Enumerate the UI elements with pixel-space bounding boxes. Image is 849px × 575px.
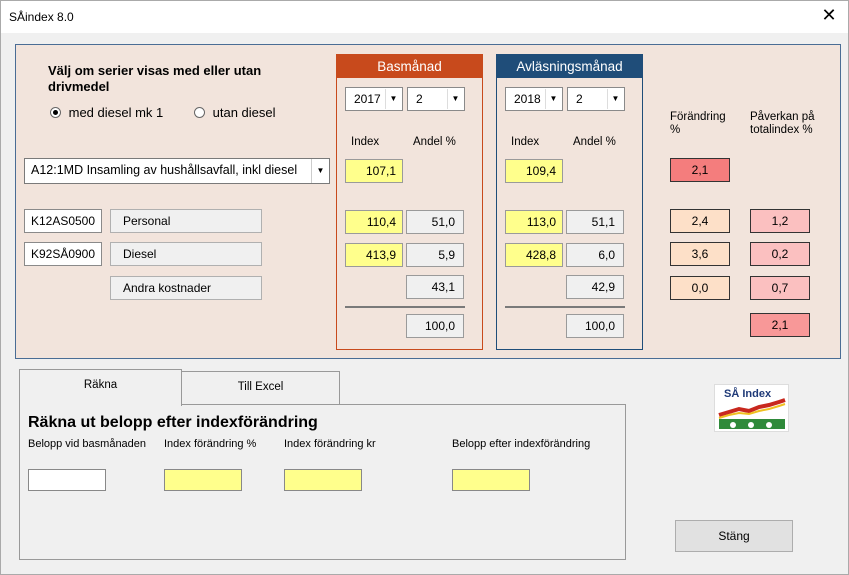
series-select[interactable]: A12:1MD Insamling av hushållsavfall, ink… <box>24 158 330 184</box>
logo-graphic: SÅ Index <box>715 385 788 431</box>
forandring-andra: 0,0 <box>670 276 730 300</box>
code-field-diesel[interactable]: K92SÅ0900 <box>24 242 102 266</box>
avlasningsmanad-index-diesel[interactable]: 428,8 <box>505 243 563 267</box>
series-select-value: A12:1MD Insamling av hushållsavfall, ink… <box>31 163 298 177</box>
paverkan-diesel: 0,2 <box>750 242 810 266</box>
avlasningsmanad-andel-personal: 51,1 <box>566 210 624 234</box>
calc-label-belopp-efter: Belopp efter indexförändring <box>452 438 591 450</box>
basmanad-header: Basmånad <box>337 55 482 78</box>
radio-med-diesel[interactable]: med diesel mk 1 <box>50 105 163 120</box>
calc-label-index-kr: Index förändring kr <box>284 438 376 450</box>
avlasningsmanad-header: Avläsningsmånad <box>497 55 642 78</box>
year-value: 2018 <box>514 92 541 106</box>
name-field-andra: Andra kostnader <box>110 276 262 300</box>
logo-text: SÅ Index <box>724 387 772 400</box>
calc-label-index-procent: Index förändring % <box>164 438 257 450</box>
basmanad-index-diesel[interactable]: 413,9 <box>345 243 403 267</box>
month-value: 2 <box>416 92 423 106</box>
forandring-label: Förändring % <box>670 111 726 136</box>
basmanad-index-personal[interactable]: 110,4 <box>345 210 403 234</box>
forandring-main: 2,1 <box>670 158 730 182</box>
radio-on-icon <box>50 107 61 118</box>
tab-rakna[interactable]: Räkna <box>19 369 182 406</box>
chevron-down-icon[interactable]: ▼ <box>607 89 623 109</box>
chevron-down-icon[interactable]: ▼ <box>545 89 561 109</box>
col-index-label: Index <box>351 136 380 148</box>
paverkan-andra: 0,7 <box>750 276 810 300</box>
filter-question: Välj om serier visas med eller utan driv… <box>48 63 262 94</box>
stang-button[interactable]: Stäng <box>675 520 793 552</box>
basmanad-total: 100,0 <box>406 314 464 338</box>
tab-label: Räkna <box>83 379 118 391</box>
year-value: 2017 <box>354 92 381 106</box>
col-andel-label: Andel % <box>413 136 456 148</box>
belopp-bas-input[interactable] <box>28 469 106 491</box>
name-field-diesel: Diesel <box>110 242 262 266</box>
radio-off-icon <box>194 107 205 118</box>
code-field-personal[interactable]: K12AS0500 <box>24 209 102 233</box>
radio-label: utan diesel <box>212 105 276 120</box>
radio-utan-diesel[interactable]: utan diesel <box>194 105 276 120</box>
title-bar: SÅindex 8.0 ✕ <box>1 1 848 33</box>
belopp-efter-field[interactable] <box>452 469 530 491</box>
tab-till-excel[interactable]: Till Excel <box>181 371 340 404</box>
index-kr-field[interactable] <box>284 469 362 491</box>
sa-index-logo-icon: SÅ Index <box>714 384 789 432</box>
close-icon[interactable]: ✕ <box>818 6 840 28</box>
basmanad-year-select[interactable]: 2017 ▼ <box>345 87 403 111</box>
avlasningsmanad-total: 100,0 <box>566 314 624 338</box>
calc-title: Räkna ut belopp efter indexförändring <box>28 414 318 431</box>
basmanad-main-index[interactable]: 107,1 <box>345 159 403 183</box>
chevron-down-icon[interactable]: ▼ <box>447 89 463 109</box>
name-field-personal: Personal <box>110 209 262 233</box>
col-index-label: Index <box>511 136 540 148</box>
index-frame: Välj om serier visas med eller utan driv… <box>15 44 841 359</box>
window-title: SÅindex 8.0 <box>9 10 74 24</box>
avlasningsmanad-year-select[interactable]: 2018 ▼ <box>505 87 563 111</box>
divider <box>505 306 625 308</box>
radio-label: med diesel mk 1 <box>68 105 164 120</box>
avlasningsmanad-andel-andra: 42,9 <box>566 275 624 299</box>
avlasningsmanad-panel: Avläsningsmånad 2018 ▼ 2 ▼ Index Andel %… <box>496 54 643 350</box>
forandring-personal: 2,4 <box>670 209 730 233</box>
paverkan-label: Påverkan på totalindex % <box>750 111 815 136</box>
month-value: 2 <box>576 92 583 106</box>
col-andel-label: Andel % <box>573 136 616 148</box>
avlasningsmanad-index-personal[interactable]: 113,0 <box>505 210 563 234</box>
avlasningsmanad-main-index[interactable]: 109,4 <box>505 159 563 183</box>
index-procent-field[interactable] <box>164 469 242 491</box>
basmanad-panel: Basmånad 2017 ▼ 2 ▼ Index Andel % 107,1 … <box>336 54 483 350</box>
chevron-down-icon[interactable]: ▼ <box>311 159 329 183</box>
chevron-down-icon[interactable]: ▼ <box>385 89 401 109</box>
tab-label: Till Excel <box>237 381 284 393</box>
paverkan-total: 2,1 <box>750 313 810 337</box>
avlasningsmanad-month-select[interactable]: 2 ▼ <box>567 87 625 111</box>
forandring-diesel: 3,6 <box>670 242 730 266</box>
paverkan-personal: 1,2 <box>750 209 810 233</box>
avlasningsmanad-andel-diesel: 6,0 <box>566 243 624 267</box>
basmanad-andel-andra: 43,1 <box>406 275 464 299</box>
app-window: SÅindex 8.0 ✕ Välj om serier visas med e… <box>0 0 849 575</box>
divider <box>345 306 465 308</box>
basmanad-andel-diesel: 5,9 <box>406 243 464 267</box>
calc-label-belopp-bas: Belopp vid basmånaden <box>28 438 147 450</box>
basmanad-andel-personal: 51,0 <box>406 210 464 234</box>
basmanad-month-select[interactable]: 2 ▼ <box>407 87 465 111</box>
